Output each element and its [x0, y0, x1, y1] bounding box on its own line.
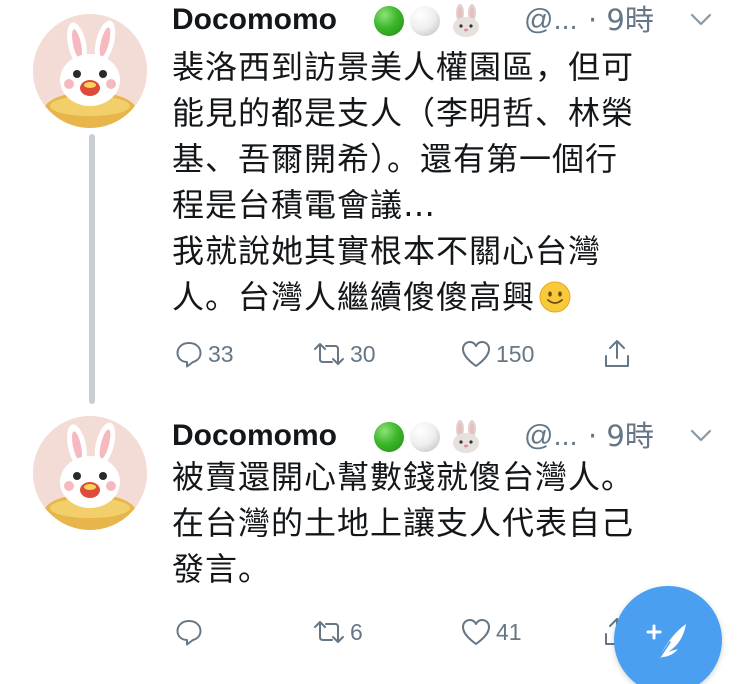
tweet-timestamp[interactable]: · 9時 [588, 0, 654, 40]
user-handle[interactable]: @... [524, 0, 578, 40]
tweet-text-line: 程是台積電會議… [172, 186, 437, 224]
retweet-icon [314, 343, 344, 365]
rabbit-face-emoji [453, 4, 479, 37]
retweet-count: 30 [350, 340, 376, 367]
retweet-count: 6 [350, 618, 363, 645]
slightly-smiling-face-emoji [539, 281, 571, 313]
share-icon [605, 340, 629, 367]
heart-icon [462, 341, 490, 367]
tweet-text-line: 我就說她其實根本不關心台灣 [172, 232, 602, 270]
green-circle-emoji [374, 422, 404, 452]
display-name[interactable]: Docomomo [172, 0, 337, 40]
reply-icon [176, 342, 202, 368]
white-circle-emoji [410, 422, 440, 452]
bunny-avatar-image [33, 14, 147, 128]
reply-count: 33 [208, 340, 234, 367]
tweet-text-line: 在台灣的土地上讓支人代表自己 [172, 504, 635, 542]
reply-icon [176, 620, 202, 646]
tweet-text-line: 能見的都是支人（李明哲、林榮 [172, 94, 635, 132]
retweet-icon [314, 621, 344, 643]
chevron-down-icon[interactable] [690, 428, 712, 444]
tweet-text-line: 裴洛西到訪景美人權園區，但可 [172, 48, 635, 86]
like-button[interactable]: 41 [460, 612, 522, 652]
avatar[interactable] [33, 14, 147, 128]
rabbit-face-emoji [453, 420, 479, 453]
retweet-button[interactable]: 6 [312, 612, 363, 652]
tweet-text-line: 發言。 [172, 550, 272, 588]
compose-feather-icon [646, 624, 686, 661]
reply-button[interactable] [174, 612, 208, 652]
white-circle-emoji [410, 6, 440, 36]
tweet-text: 裴洛西到訪景美人權園區，但可 能見的都是支人（李明哲、林榮 基、吾爾開希）。還有… [172, 44, 712, 320]
retweet-button[interactable]: 30 [312, 334, 376, 374]
tweet-actions: 33 30 150 [172, 334, 732, 374]
tweet-header: Docomomo @... · 9時 [172, 0, 732, 40]
tweet-timestamp[interactable]: · 9時 [588, 416, 654, 456]
like-count: 150 [496, 340, 535, 367]
tweet-text-line-last: 人。台灣人繼續傻傻高興 [172, 274, 712, 320]
heart-icon [462, 619, 490, 645]
tweet-text: 被賣還開心幫數錢就傻台灣人。 在台灣的土地上讓支人代表自己 發言。 [172, 454, 712, 592]
share-button[interactable] [602, 334, 632, 374]
green-circle-emoji [374, 6, 404, 36]
tweet-text-line: 人。台灣人繼續傻傻高興 [172, 278, 536, 316]
thread-connector-line [89, 134, 95, 404]
tweet-header: Docomomo @... · 9時 [172, 416, 732, 456]
reply-button[interactable]: 33 [174, 334, 234, 374]
bunny-avatar-image [33, 416, 147, 530]
display-name[interactable]: Docomomo [172, 416, 337, 456]
avatar[interactable] [33, 416, 147, 530]
like-count: 41 [496, 618, 522, 645]
tweet-thread: Docomomo @... · 9時 裴洛西到訪景美人權園區，但可 能見的都是支… [0, 0, 747, 684]
user-handle[interactable]: @... [524, 416, 578, 456]
tweet-text-line: 基、吾爾開希）。還有第一個行 [172, 140, 619, 178]
like-button[interactable]: 150 [460, 334, 534, 374]
chevron-down-icon[interactable] [690, 12, 712, 28]
tweet-text-line: 被賣還開心幫數錢就傻台灣人。 [172, 458, 635, 496]
compose-tweet-button[interactable] [614, 586, 722, 684]
